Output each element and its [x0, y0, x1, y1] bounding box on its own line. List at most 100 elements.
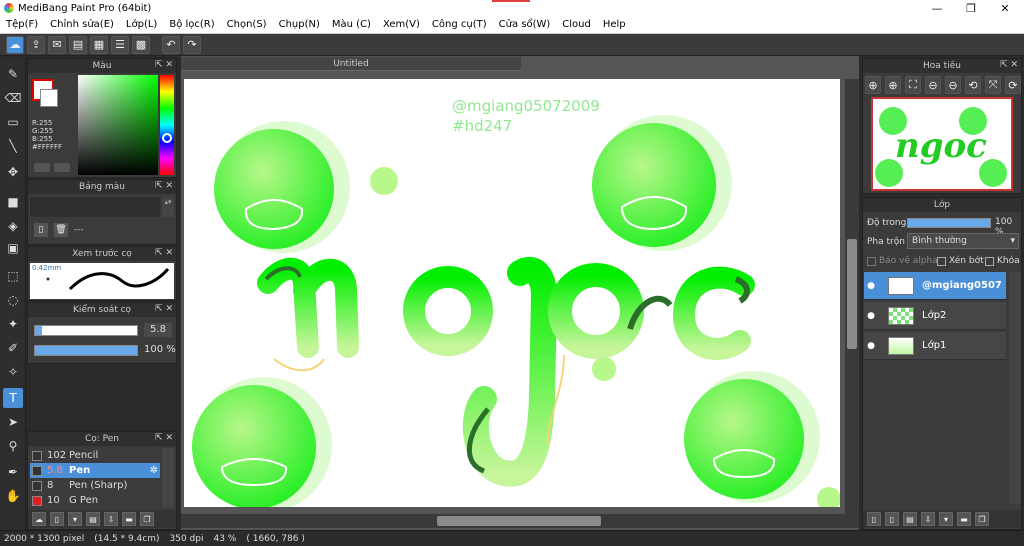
menu-window[interactable]: Cửa sổ(W) [493, 19, 557, 30]
reset-rotation-icon[interactable]: ⟳ [1005, 76, 1021, 94]
visibility-eye-icon[interactable]: ● [864, 281, 878, 291]
duplicate-icon[interactable]: ❐ [975, 512, 989, 526]
layer-opacity-slider[interactable] [907, 218, 991, 228]
add-brush-cloud-icon[interactable]: ☁ [32, 512, 46, 526]
move-tool-icon[interactable]: ✥ [3, 162, 23, 182]
share-icon[interactable]: ⇪ [27, 35, 45, 54]
vertical-scrollbar[interactable] [845, 79, 859, 514]
brush-import-icon[interactable]: ⇩ [104, 512, 118, 526]
menu-select[interactable]: Chọn(S) [221, 19, 273, 30]
folder-icon[interactable]: ▬ [122, 512, 136, 526]
new-layer-icon[interactable]: ▯ [867, 512, 881, 526]
menu-layer[interactable]: Lớp(L) [120, 19, 163, 30]
menu-help[interactable]: Help [597, 19, 632, 30]
palette-scroll-icon[interactable]: ▴▾ [162, 197, 174, 217]
new-brush-icon[interactable]: ▯ [50, 512, 64, 526]
visibility-eye-icon[interactable]: ● [864, 311, 878, 321]
layer-row-lop1[interactable]: ● Lớp1 [864, 332, 1006, 360]
zoom-in-icon[interactable]: ⊕ [865, 76, 881, 94]
lock-checkbox[interactable]: Khóa [985, 256, 1020, 266]
select-rect-tool-icon[interactable]: ⬚ [3, 266, 23, 286]
delete-palette-icon[interactable]: 🗑 [54, 223, 68, 237]
magic-wand-tool-icon[interactable]: ✦ [3, 314, 23, 334]
panel-controls-icon[interactable]: ⇱ ✕ [155, 304, 173, 314]
brush-list-scrollbar[interactable] [162, 448, 174, 508]
saturation-value-picker[interactable] [78, 75, 158, 175]
new-layer-alt-icon[interactable]: ▯ [885, 512, 899, 526]
zoom-out-icon[interactable]: ⊖ [925, 76, 941, 94]
new-palette-icon[interactable]: ▯ [34, 223, 48, 237]
merge-layer-icon[interactable]: ⇩ [921, 512, 935, 526]
vertical-scroll-thumb[interactable] [847, 239, 857, 349]
panel-controls-icon[interactable]: ⇱ ✕ [1000, 60, 1018, 70]
horizontal-scrollbar[interactable] [181, 514, 859, 528]
pen-tool-icon[interactable]: ✒ [3, 462, 23, 482]
document-tab[interactable]: Untitled [181, 57, 521, 71]
maximize-button[interactable]: ❐ [954, 0, 988, 16]
menu-edit[interactable]: Chỉnh sửa(E) [44, 19, 120, 30]
layer-row-lop2[interactable]: ● Lớp2 [864, 302, 1006, 330]
minimize-button[interactable]: — [920, 0, 954, 16]
protect-alpha-checkbox[interactable]: Bảo vệ alpha [867, 256, 938, 266]
zoom-out-alt-icon[interactable]: ⊖ [945, 76, 961, 94]
hue-handle[interactable] [162, 133, 172, 143]
color-mode-button[interactable] [34, 163, 50, 172]
bucket-tool-icon[interactable]: ◈ [3, 216, 23, 236]
clipping-checkbox[interactable]: Xén bớt [937, 256, 984, 266]
navigator-thumbnail[interactable]: ngoc [871, 97, 1013, 191]
select-pen-tool-icon[interactable]: ✐ [3, 338, 23, 358]
brush-item-pen-sharp[interactable]: 8 Pen (Sharp) [30, 478, 160, 493]
layer-properties-icon[interactable]: ▤ [903, 512, 917, 526]
document-icon[interactable]: ▤ [69, 35, 87, 54]
rotate-icon[interactable]: ⟲ [965, 76, 981, 94]
brush-type-dropdown-icon[interactable]: ▾ [68, 512, 82, 526]
background-color-swatch[interactable] [40, 89, 58, 107]
close-button[interactable]: ✕ [988, 0, 1022, 16]
panel-controls-icon[interactable]: ⇱ ✕ [155, 181, 173, 191]
brush-properties-icon[interactable]: ▤ [86, 512, 100, 526]
brush-item-g-pen[interactable]: 10 G Pen [30, 493, 160, 508]
duplicate-icon[interactable]: ❐ [140, 512, 154, 526]
zoom-in-alt-icon[interactable]: ⊕ [885, 76, 901, 94]
select-eraser-tool-icon[interactable]: ✧ [3, 362, 23, 382]
fill-rect-tool-icon[interactable]: ■ [3, 192, 23, 212]
brush-size-value[interactable]: 5.8 [144, 323, 172, 337]
cloud-icon[interactable]: ☁ [6, 35, 24, 54]
menu-view[interactable]: Xem(V) [377, 19, 426, 30]
hand-tool-icon[interactable]: ✋ [3, 486, 23, 506]
visibility-eye-icon[interactable]: ● [864, 341, 878, 351]
palette-list[interactable] [30, 197, 160, 217]
brush-item-pen[interactable]: 5.8 Pen ✲ [30, 463, 160, 478]
text-tool-icon[interactable]: T [3, 388, 23, 408]
panel-controls-icon[interactable]: ⇱ ✕ [155, 60, 173, 70]
gradient-tool-icon[interactable]: ▣ [3, 238, 23, 258]
horizontal-scroll-thumb[interactable] [437, 516, 601, 526]
flip-icon[interactable]: ⤧ [985, 76, 1001, 94]
redo-icon[interactable]: ↷ [183, 35, 201, 54]
menu-cloud[interactable]: Cloud [556, 19, 597, 30]
brush-tool-icon[interactable]: ✎ [3, 64, 23, 84]
folder-icon[interactable]: ▬ [957, 512, 971, 526]
undo-icon[interactable]: ↶ [162, 35, 180, 54]
layer-type-dropdown-icon[interactable]: ▾ [939, 512, 953, 526]
hue-slider[interactable] [160, 75, 174, 175]
brush-settings-gear-icon[interactable]: ✲ [150, 465, 158, 476]
panel-controls-icon[interactable]: ⇱ ✕ [155, 248, 173, 258]
menu-snap[interactable]: Chụp(N) [273, 19, 326, 30]
brush-item-pencil[interactable]: 102 Pencil [30, 448, 160, 463]
menu-file[interactable]: Tệp(F) [0, 19, 44, 30]
comment-icon[interactable]: ✉ [48, 35, 66, 54]
dropper-tool-icon[interactable]: ⚲ [3, 436, 23, 456]
line-tool-icon[interactable]: ╲ [3, 136, 23, 156]
brush-opacity-slider[interactable] [34, 345, 138, 356]
list-icon[interactable]: ☰ [111, 35, 129, 54]
brush-size-slider[interactable] [34, 325, 138, 336]
blend-mode-select[interactable]: Bình thường ▾ [907, 233, 1019, 249]
lasso-tool-icon[interactable]: ◌ [3, 290, 23, 310]
grid-icon[interactable]: ▩ [132, 35, 150, 54]
layer-row-watermark[interactable]: ● @mgiang0507 [864, 272, 1006, 300]
layer-list-scrollbar[interactable] [1009, 272, 1021, 504]
menu-color[interactable]: Màu (C) [326, 19, 377, 30]
menu-filter[interactable]: Bộ lọc(R) [163, 19, 220, 30]
color-swap-button[interactable] [54, 163, 70, 172]
